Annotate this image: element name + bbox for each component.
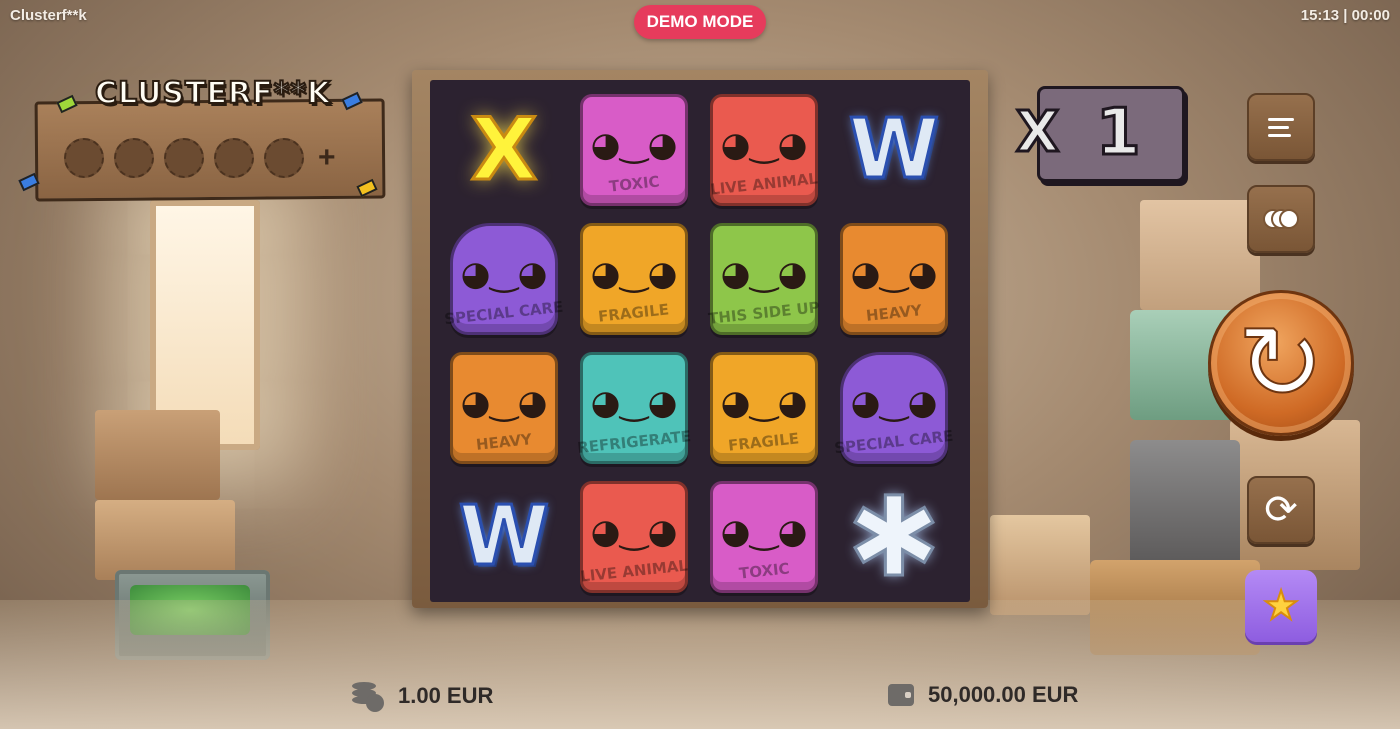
special-care-box-symbol: ◕‿◕ SPECIAL CARE: [444, 222, 564, 335]
reel-cell: ◕‿◕ HEAVY: [440, 343, 568, 472]
reel-cell: ◕‿◕ THIS SIDE UP: [700, 214, 828, 343]
wallet-icon: [888, 684, 914, 706]
bet-levels-button[interactable]: [1247, 185, 1315, 253]
reel-cell: W: [440, 472, 568, 601]
background-floor: [0, 600, 1400, 729]
symbol-label: LIVE ANIMAL: [579, 555, 689, 586]
demo-mode-badge: DEMO MODE: [634, 5, 766, 39]
balance-amount: 50,000.00 EUR: [928, 682, 1079, 707]
reel-grid: X ◕‿◕ TOXIC ◕‿◕ LIVE ANIMAL W ◕‿◕ SPECIAL CARE ◕…: [440, 85, 958, 601]
spin-icon: ↻: [1236, 302, 1325, 424]
collection-slots: +: [64, 138, 336, 178]
background-box: [1140, 200, 1260, 310]
fragile-box-symbol: ◕‿◕ FRAGILE: [710, 351, 818, 464]
reel-cell: ◕‿◕ LIVE ANIMAL: [700, 85, 828, 214]
reel-cell: ◕‿◕ SPECIAL CARE: [830, 343, 958, 472]
reel-cell: ◕‿◕ TOXIC: [700, 472, 828, 601]
face-icon: ◕‿◕: [460, 253, 548, 294]
reel-cell: ◕‿◕ FRAGILE: [700, 343, 828, 472]
reel-cell: ◕‿◕ FRAGILE: [570, 214, 698, 343]
game-logo: CLUSTERF**K: [94, 75, 332, 112]
reel-cell: ◕‿◕ TOXIC: [570, 85, 698, 214]
reel-cell: ◕‿◕ LIVE ANIMAL: [570, 472, 698, 601]
autoplay-icon: ⟳: [1264, 487, 1298, 533]
heavy-box-symbol: ◕‿◕ HEAVY: [450, 351, 558, 464]
special-care-box-symbol: ◕‿◕ SPECIAL CARE: [834, 351, 954, 464]
bet-display[interactable]: 1.00 EUR: [352, 682, 494, 712]
reel-cell: X: [440, 85, 568, 214]
background-speaker: [1130, 440, 1240, 570]
face-icon: ◕‿◕: [590, 511, 678, 552]
symbol-label: HEAVY: [865, 300, 923, 325]
live-animal-box-symbol: ◕‿◕ LIVE ANIMAL: [579, 480, 689, 593]
face-icon: ◕‿◕: [460, 382, 548, 423]
symbol-label: TOXIC: [607, 171, 661, 196]
autoplay-button[interactable]: ⟳: [1247, 476, 1315, 544]
live-animal-box-symbol: ◕‿◕ LIVE ANIMAL: [709, 93, 819, 206]
face-icon: ◕‿◕: [720, 253, 808, 294]
balance-display: 50,000.00 EUR: [888, 682, 1078, 708]
symbol-label: FRAGILE: [727, 428, 801, 455]
symbol-label: THIS SIDE UP: [707, 297, 821, 328]
collection-slot: [114, 138, 154, 178]
multiplier-prefix: X: [1014, 99, 1060, 167]
face-icon: ◕‿◕: [590, 124, 678, 165]
plus-icon: +: [318, 141, 336, 174]
background-box: [95, 500, 235, 580]
x-symbol-icon: X: [469, 98, 538, 201]
fragile-box-symbol: ◕‿◕ FRAGILE: [580, 222, 688, 335]
symbol-label: SPECIAL CARE: [443, 297, 565, 328]
coins-icon: [352, 682, 384, 712]
bonus-buy-button[interactable]: ★: [1245, 570, 1317, 642]
menu-icon: [1268, 113, 1294, 142]
spin-button[interactable]: ↻: [1208, 290, 1354, 436]
coin-stack-icon: [1263, 209, 1299, 229]
symbol-label: LIVE ANIMAL: [709, 168, 819, 199]
star-icon: ★: [1262, 582, 1300, 630]
face-icon: ◕‿◕: [590, 382, 678, 423]
face-icon: ◕‿◕: [720, 511, 808, 552]
collection-slot: [164, 138, 204, 178]
reel-cell: ◕‿◕ REFRIGERATE: [570, 343, 698, 472]
symbol-label: HEAVY: [475, 429, 533, 454]
multiplier-value: 1: [1095, 95, 1143, 172]
face-icon: ◕‿◕: [720, 124, 808, 165]
symbol-label: FRAGILE: [597, 299, 671, 326]
this-side-up-box-symbol: ◕‿◕ THIS SIDE UP: [707, 222, 821, 335]
toxic-box-symbol: ◕‿◕ TOXIC: [710, 480, 818, 593]
reel-cell: ◕‿◕ HEAVY: [830, 214, 958, 343]
toxic-box-symbol: ◕‿◕ TOXIC: [580, 93, 688, 206]
reel-cell: W: [830, 85, 958, 214]
bet-amount: 1.00 EUR: [398, 683, 494, 708]
face-icon: ◕‿◕: [590, 253, 678, 294]
app-title: Clusterf**k: [10, 7, 87, 24]
collection-slot: [214, 138, 254, 178]
refrigerate-box-symbol: ◕‿◕ REFRIGERATE: [576, 351, 692, 464]
wild-symbol-icon: W: [457, 488, 550, 586]
face-icon: ◕‿◕: [850, 382, 938, 423]
reel-cell: ◕‿◕ SPECIAL CARE: [440, 214, 568, 343]
collection-slot: [264, 138, 304, 178]
face-icon: ◕‿◕: [850, 253, 938, 294]
collection-slot: [64, 138, 104, 178]
background-shelf: [95, 410, 220, 500]
snowflake-symbol-icon: ✱: [846, 472, 941, 601]
menu-button[interactable]: [1247, 93, 1315, 161]
face-icon: ◕‿◕: [720, 382, 808, 423]
wild-symbol-icon: W: [847, 101, 940, 199]
symbol-label: SPECIAL CARE: [833, 426, 955, 457]
heavy-box-symbol: ◕‿◕ HEAVY: [840, 222, 948, 335]
symbol-label: TOXIC: [737, 558, 791, 583]
reel-cell: ✱: [830, 472, 958, 601]
clock: 15:13 | 00:00: [1300, 7, 1390, 24]
symbol-label: REFRIGERATE: [576, 426, 692, 457]
